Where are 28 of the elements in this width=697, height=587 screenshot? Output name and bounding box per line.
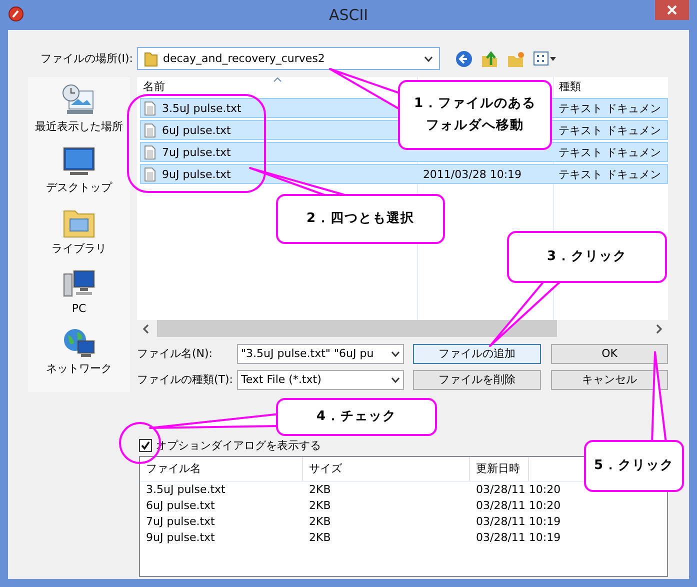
- file-date: 03/28/11 10:20: [475, 482, 562, 498]
- file-name: 7uJ pulse.txt: [162, 146, 231, 158]
- file-type: テキスト ドキュメン: [558, 102, 661, 114]
- file-date: 03/28/11 10:19: [475, 514, 562, 530]
- location-label: ファイルの場所(I):: [39, 51, 134, 66]
- file-name: 6uJ pulse.txt: [145, 498, 216, 514]
- file-type: テキスト ドキュメン: [558, 146, 661, 158]
- callout-tooltip: 3．クリック: [507, 231, 667, 283]
- file-size: 2KB: [308, 530, 332, 546]
- file-type: テキスト ドキュメン: [558, 124, 661, 136]
- file-name: 9uJ pulse.txt: [162, 168, 231, 180]
- file-date: 03/28/11 10:19: [475, 530, 562, 546]
- file-date: 03/28/11 10:20: [475, 498, 562, 514]
- file-name: 3.5uJ pulse.txt: [162, 102, 242, 114]
- file-name: 7uJ pulse.txt: [145, 514, 216, 530]
- file-size: 2KB: [308, 514, 332, 530]
- callout-tooltip: 5．クリック: [584, 440, 684, 492]
- file-name-label: ファイル名(N):: [137, 346, 214, 361]
- file-type: テキスト ドキュメン: [558, 168, 661, 180]
- file-name: 6uJ pulse.txt: [162, 124, 231, 136]
- window-title: ASCII: [328, 6, 368, 24]
- file-name: 9uJ pulse.txt: [145, 530, 216, 546]
- file-date: 2011/03/28 10:19: [422, 168, 522, 180]
- file-size: 2KB: [308, 482, 332, 498]
- callout-tooltip: 4．チェック: [276, 398, 437, 436]
- file-name: 3.5uJ pulse.txt: [145, 482, 226, 498]
- file-size: 2KB: [308, 498, 332, 514]
- file-type-label: ファイルの種類(T):: [137, 372, 234, 387]
